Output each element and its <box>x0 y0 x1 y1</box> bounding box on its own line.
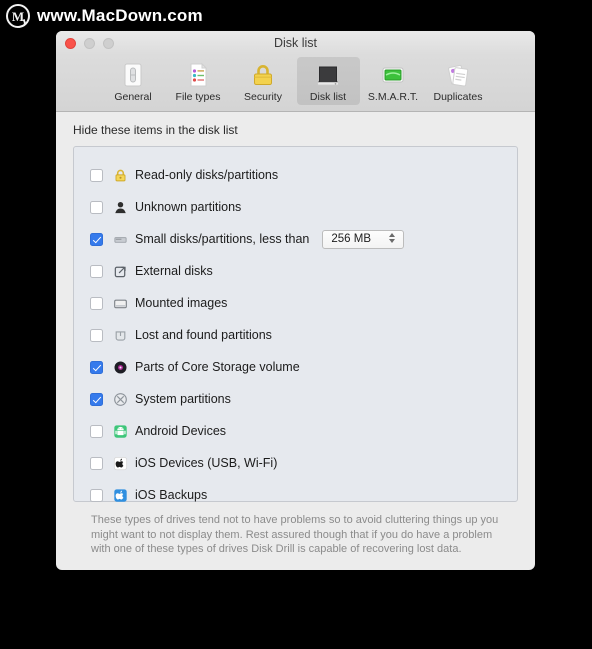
checkbox-mounted-images[interactable] <box>90 296 103 310</box>
stepper-up-arrow-icon[interactable] <box>389 232 396 237</box>
macdown-logo-icon: M <box>6 4 30 28</box>
row-label: System partitions <box>135 392 231 406</box>
tab-disk-list-label: Disk list <box>309 91 347 103</box>
tab-duplicates[interactable]: Duplicates <box>427 57 490 105</box>
row-label: Unknown partitions <box>135 200 242 214</box>
checkbox-core-storage[interactable] <box>90 360 103 374</box>
tab-security-label: Security <box>244 91 282 103</box>
tab-general[interactable]: General <box>102 57 165 105</box>
checkbox-lost-and-found[interactable] <box>90 328 103 342</box>
checkbox-read-only-disks[interactable] <box>90 168 103 182</box>
row-lost-and-found[interactable]: Lost and found partitions <box>74 319 517 351</box>
row-label: Small disks/partitions, less than <box>135 232 310 246</box>
row-small-disks[interactable]: Small disks/partitions, less than 256 MB <box>74 223 517 255</box>
smart-monitor-icon <box>378 60 408 90</box>
row-label: External disks <box>135 264 213 278</box>
security-lock-icon <box>248 60 278 90</box>
row-read-only-disks[interactable]: Read-only disks/partitions <box>74 159 517 191</box>
row-unknown-partitions[interactable]: Unknown partitions <box>74 191 517 223</box>
window-title: Disk list <box>273 36 318 50</box>
checkbox-unknown-partitions[interactable] <box>90 200 103 214</box>
tab-smart-label: S.M.A.R.T. <box>367 91 419 103</box>
hide-items-panel: Read-only disks/partitions Unknown parti… <box>73 146 518 502</box>
tab-smart[interactable]: S.M.A.R.T. <box>362 57 425 105</box>
small-disk-size-stepper[interactable]: 256 MB <box>322 229 405 249</box>
row-android-devices[interactable]: Android Devices <box>74 415 517 447</box>
core-storage-icon <box>112 359 128 375</box>
stepper-arrows-icon[interactable] <box>389 232 396 243</box>
stepper-down-arrow-icon[interactable] <box>389 238 396 243</box>
row-label: iOS Devices (USB, Wi-Fi) <box>135 456 278 470</box>
lost-found-icon <box>112 327 128 343</box>
section-heading: Hide these items in the disk list <box>73 123 238 137</box>
apple-black-icon <box>112 455 128 471</box>
footnote-text: These types of drives tend not to have p… <box>91 514 499 555</box>
row-ios-devices[interactable]: iOS Devices (USB, Wi-Fi) <box>74 447 517 479</box>
minimize-button[interactable] <box>84 38 95 49</box>
row-label: Android Devices <box>135 424 227 438</box>
row-label: iOS Backups <box>135 488 208 502</box>
file-types-doc-icon <box>183 60 213 90</box>
row-label: Read-only disks/partitions <box>135 168 279 182</box>
watermark: M www.MacDown.com <box>6 4 203 28</box>
duplicates-docs-icon <box>443 60 473 90</box>
preferences-window: Disk list General File types Security Di… <box>56 31 535 570</box>
disk-list-drive-icon <box>313 60 343 90</box>
row-label: Mounted images <box>135 296 228 310</box>
size-value: 256 MB <box>331 233 372 245</box>
external-arrow-icon <box>112 263 128 279</box>
maximize-button[interactable] <box>103 38 114 49</box>
padlock-icon <box>112 167 128 183</box>
checkbox-android-devices[interactable] <box>90 424 103 438</box>
row-system-partitions[interactable]: System partitions <box>74 383 517 415</box>
person-silhouette-icon <box>112 199 128 215</box>
tab-general-label: General <box>114 91 152 103</box>
system-partition-icon <box>112 391 128 407</box>
tab-duplicates-label: Duplicates <box>433 91 483 103</box>
android-icon <box>112 423 128 439</box>
checkbox-system-partitions[interactable] <box>90 392 103 406</box>
apple-blue-icon <box>112 487 128 503</box>
row-core-storage[interactable]: Parts of Core Storage volume <box>74 351 517 383</box>
checkbox-external-disks[interactable] <box>90 264 103 278</box>
checkbox-ios-devices[interactable] <box>90 456 103 470</box>
checkbox-small-disks[interactable] <box>90 232 103 246</box>
watermark-text: www.MacDown.com <box>37 6 203 25</box>
small-disk-icon <box>112 231 128 247</box>
tab-file-types[interactable]: File types <box>167 57 230 105</box>
traffic-lights <box>65 38 114 49</box>
row-mounted-images[interactable]: Mounted images <box>74 287 517 319</box>
general-switch-icon <box>118 60 148 90</box>
window-titlebar: Disk list <box>56 31 535 55</box>
row-label: Lost and found partitions <box>135 328 272 342</box>
close-button[interactable] <box>65 38 76 49</box>
mounted-image-icon <box>112 295 128 311</box>
row-label: Parts of Core Storage volume <box>135 360 300 374</box>
checkbox-ios-backups[interactable] <box>90 488 103 502</box>
tab-file-types-label: File types <box>175 91 221 103</box>
tab-disk-list[interactable]: Disk list <box>296 57 360 105</box>
disk-list-pane: Hide these items in the disk list Read-o… <box>56 112 535 557</box>
row-external-disks[interactable]: External disks <box>74 255 517 287</box>
logo-letter: M <box>11 8 25 24</box>
tab-security[interactable]: Security <box>232 57 295 105</box>
preferences-toolbar: General File types Security Disk list S.… <box>56 55 535 112</box>
